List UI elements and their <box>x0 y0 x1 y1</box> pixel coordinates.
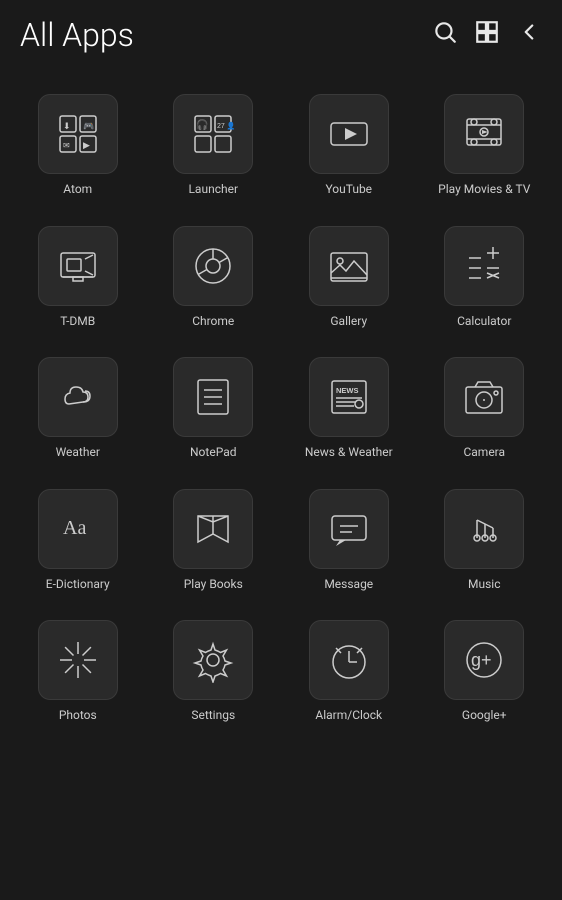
app-name-play-movies: Play Movies & TV <box>438 182 530 198</box>
app-header: All Apps <box>0 0 562 70</box>
svg-text:🎧: 🎧 <box>196 118 208 131</box>
app-item-chrome[interactable]: Chrome <box>146 212 282 344</box>
app-item-calculator[interactable]: Calculator <box>417 212 553 344</box>
app-name-photos: Photos <box>59 708 97 724</box>
svg-text:🎮: 🎮 <box>83 121 94 131</box>
app-name-camera: Camera <box>463 445 505 461</box>
app-name-atom: Atom <box>63 182 92 198</box>
app-item-tdmb[interactable]: T-DMB <box>10 212 146 344</box>
app-name-music: Music <box>468 577 500 593</box>
app-name-chrome: Chrome <box>192 314 234 330</box>
back-icon[interactable] <box>516 19 542 51</box>
app-icon-playbooks <box>173 489 253 569</box>
app-name-google-plus: Google+ <box>462 708 507 724</box>
app-icon-youtube <box>309 94 389 174</box>
app-icon-tdmb <box>38 226 118 306</box>
app-name-message: Message <box>324 577 373 593</box>
app-item-launcher[interactable]: 🎧 27 👤 Launcher <box>146 80 282 212</box>
search-icon[interactable] <box>432 19 458 51</box>
app-item-settings[interactable]: Settings <box>146 606 282 738</box>
app-name-notepad: NotePad <box>190 445 237 461</box>
app-icon-gallery <box>309 226 389 306</box>
app-icon-launcher: 🎧 27 👤 <box>173 94 253 174</box>
app-item-edictionary[interactable]: Aa E-Dictionary <box>10 475 146 607</box>
app-name-youtube: YouTube <box>325 182 372 198</box>
app-item-notepad[interactable]: NotePad <box>146 343 282 475</box>
app-name-settings: Settings <box>191 708 235 724</box>
app-item-message[interactable]: Message <box>281 475 417 607</box>
app-item-atom[interactable]: ⬇ 🎮 ✉ ▶ Atom <box>10 80 146 212</box>
app-name-launcher: Launcher <box>188 182 238 198</box>
app-item-alarm-clock[interactable]: Alarm/Clock <box>281 606 417 738</box>
app-icon-message <box>309 489 389 569</box>
app-item-music[interactable]: Music <box>417 475 553 607</box>
app-icon-play-movies <box>444 94 524 174</box>
app-name-playbooks: Play Books <box>184 577 243 593</box>
grid-view-icon[interactable] <box>474 19 500 51</box>
app-name-weather: Weather <box>56 445 100 461</box>
app-icon-settings <box>173 620 253 700</box>
svg-text:✉: ✉ <box>63 141 70 150</box>
app-icon-news-weather: NEWS <box>309 357 389 437</box>
app-icon-photos <box>38 620 118 700</box>
app-icon-camera <box>444 357 524 437</box>
app-icon-notepad <box>173 357 253 437</box>
app-item-youtube[interactable]: YouTube <box>281 80 417 212</box>
app-item-google-plus[interactable]: g+ Google+ <box>417 606 553 738</box>
app-icon-music <box>444 489 524 569</box>
header-actions <box>432 19 542 51</box>
svg-text:Aa: Aa <box>63 517 86 539</box>
app-item-gallery[interactable]: Gallery <box>281 212 417 344</box>
app-icon-chrome <box>173 226 253 306</box>
app-icon-google-plus: g+ <box>444 620 524 700</box>
app-item-playbooks[interactable]: Play Books <box>146 475 282 607</box>
svg-text:⬇: ⬇ <box>63 121 71 131</box>
svg-text:g+: g+ <box>471 650 492 670</box>
svg-text:27 👤: 27 👤 <box>217 121 235 130</box>
app-name-edictionary: E-Dictionary <box>46 577 110 593</box>
app-name-tdmb: T-DMB <box>60 314 95 330</box>
app-item-weather[interactable]: Weather <box>10 343 146 475</box>
page-title: All Apps <box>20 16 432 54</box>
app-item-photos[interactable]: Photos <box>10 606 146 738</box>
app-icon-atom: ⬇ 🎮 ✉ ▶ <box>38 94 118 174</box>
app-name-alarm-clock: Alarm/Clock <box>315 708 382 724</box>
app-icon-edictionary: Aa <box>38 489 118 569</box>
svg-text:▶: ▶ <box>83 140 90 150</box>
app-name-gallery: Gallery <box>330 314 367 330</box>
app-icon-alarm-clock <box>309 620 389 700</box>
app-icon-weather <box>38 357 118 437</box>
app-item-play-movies[interactable]: Play Movies & TV <box>417 80 553 212</box>
svg-text:NEWS: NEWS <box>336 386 359 395</box>
app-name-news-weather: News & Weather <box>305 445 393 461</box>
app-name-calculator: Calculator <box>457 314 511 330</box>
app-item-news-weather[interactable]: NEWS News & Weather <box>281 343 417 475</box>
app-item-camera[interactable]: Camera <box>417 343 553 475</box>
app-icon-calculator <box>444 226 524 306</box>
apps-grid: ⬇ 🎮 ✉ ▶ Atom 🎧 27 👤 Launcher <box>0 70 562 748</box>
